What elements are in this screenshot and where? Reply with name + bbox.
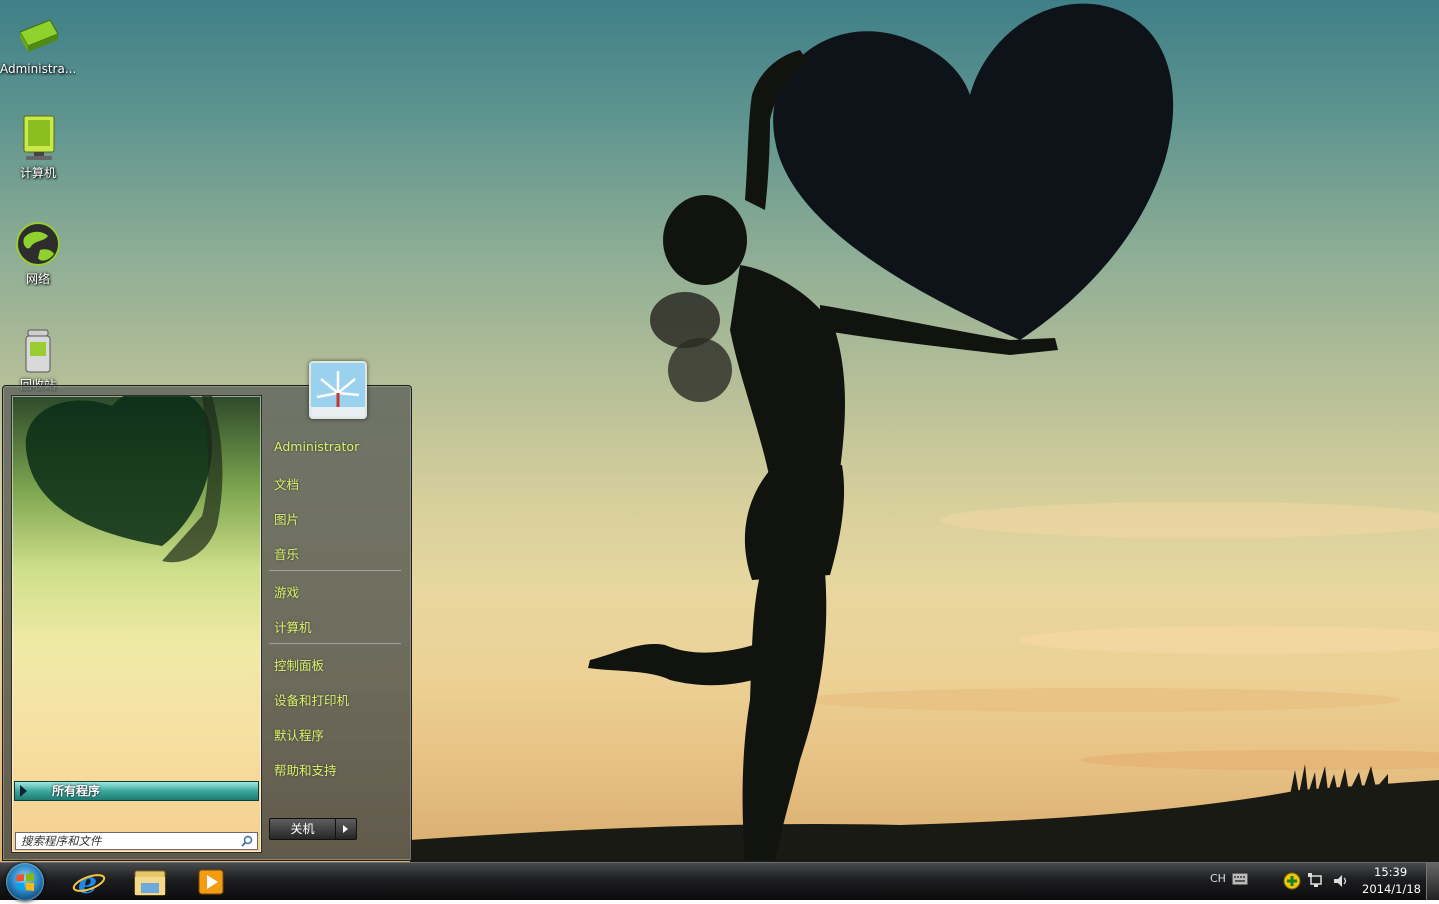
- user-picture[interactable]: [309, 361, 367, 419]
- tray-language[interactable]: CH: [1210, 872, 1226, 885]
- taskbar-internet-explorer[interactable]: e: [70, 865, 108, 901]
- desktop-icon-label: 网络: [25, 272, 50, 286]
- all-programs-label: 所有程序: [52, 784, 101, 798]
- clock-time[interactable]: 15:39: [1374, 865, 1407, 879]
- start-item-computer[interactable]: 计算机: [274, 617, 312, 636]
- computer-icon: [14, 114, 62, 162]
- desktop-icon-user-folder[interactable]: Administra...: [0, 12, 76, 76]
- start-menu-programs-pane: 所有程序 搜索程序和文件: [11, 395, 262, 853]
- keyboard-icon[interactable]: [1232, 873, 1248, 888]
- start-menu-separator: [269, 643, 401, 645]
- show-desktop-button[interactable]: [1426, 863, 1439, 900]
- start-item-documents[interactable]: 文档: [274, 474, 299, 493]
- search-placeholder: 搜索程序和文件: [21, 834, 102, 848]
- start-item-pictures[interactable]: 图片: [274, 509, 299, 528]
- start-menu: 所有程序 搜索程序和文件 Administrator 文档 图片 音乐 游戏 计…: [2, 361, 412, 861]
- internet-explorer-icon: e: [72, 866, 106, 901]
- taskbar: e CH 15:39 2014/1/18: [0, 862, 1439, 901]
- start-item-games[interactable]: 游戏: [274, 582, 299, 601]
- start-search-input[interactable]: 搜索程序和文件: [15, 832, 258, 850]
- desktop-icon-network[interactable]: 网络: [0, 220, 76, 287]
- user-picture-icon: [311, 363, 365, 417]
- folder-icon: [14, 12, 62, 60]
- network-status-icon[interactable]: [1308, 873, 1324, 892]
- shutdown-options-button[interactable]: [335, 818, 357, 840]
- desktop-icon-label: 计算机: [19, 166, 56, 180]
- shutdown-button[interactable]: 关机: [269, 818, 336, 840]
- search-icon[interactable]: [241, 835, 253, 847]
- all-programs-button[interactable]: 所有程序: [14, 781, 259, 801]
- start-item-devices-printers[interactable]: 设备和打印机: [274, 690, 349, 709]
- expand-arrow-icon: [20, 785, 27, 797]
- chevron-right-icon: [343, 825, 348, 833]
- media-player-icon: [198, 869, 224, 895]
- start-item-music[interactable]: 音乐: [274, 544, 299, 563]
- security-plus-icon[interactable]: [1283, 872, 1301, 893]
- start-item-control-panel[interactable]: 控制面板: [274, 655, 324, 674]
- start-item-default-programs[interactable]: 默认程序: [274, 725, 324, 744]
- taskbar-file-explorer[interactable]: [131, 865, 169, 898]
- desktop-icon-label: Administra...: [0, 62, 76, 76]
- start-button[interactable]: [6, 863, 44, 901]
- network-globe-icon: [14, 220, 62, 268]
- desktop-icon-computer[interactable]: 计算机: [0, 114, 76, 181]
- windows-logo-icon: [16, 873, 34, 891]
- volume-icon[interactable]: [1333, 873, 1349, 892]
- recycle-bin-icon: [14, 326, 62, 374]
- clock-date[interactable]: 2014/1/18: [1362, 882, 1421, 896]
- start-item-help-support[interactable]: 帮助和支持: [274, 760, 337, 779]
- start-item-user[interactable]: Administrator: [274, 439, 359, 454]
- taskbar-media-player[interactable]: [192, 865, 230, 898]
- start-menu-separator: [269, 570, 401, 572]
- svg-text:e: e: [78, 866, 97, 898]
- file-explorer-icon: [134, 870, 166, 896]
- desktop-icon-recycle-bin[interactable]: 回收站: [0, 326, 76, 393]
